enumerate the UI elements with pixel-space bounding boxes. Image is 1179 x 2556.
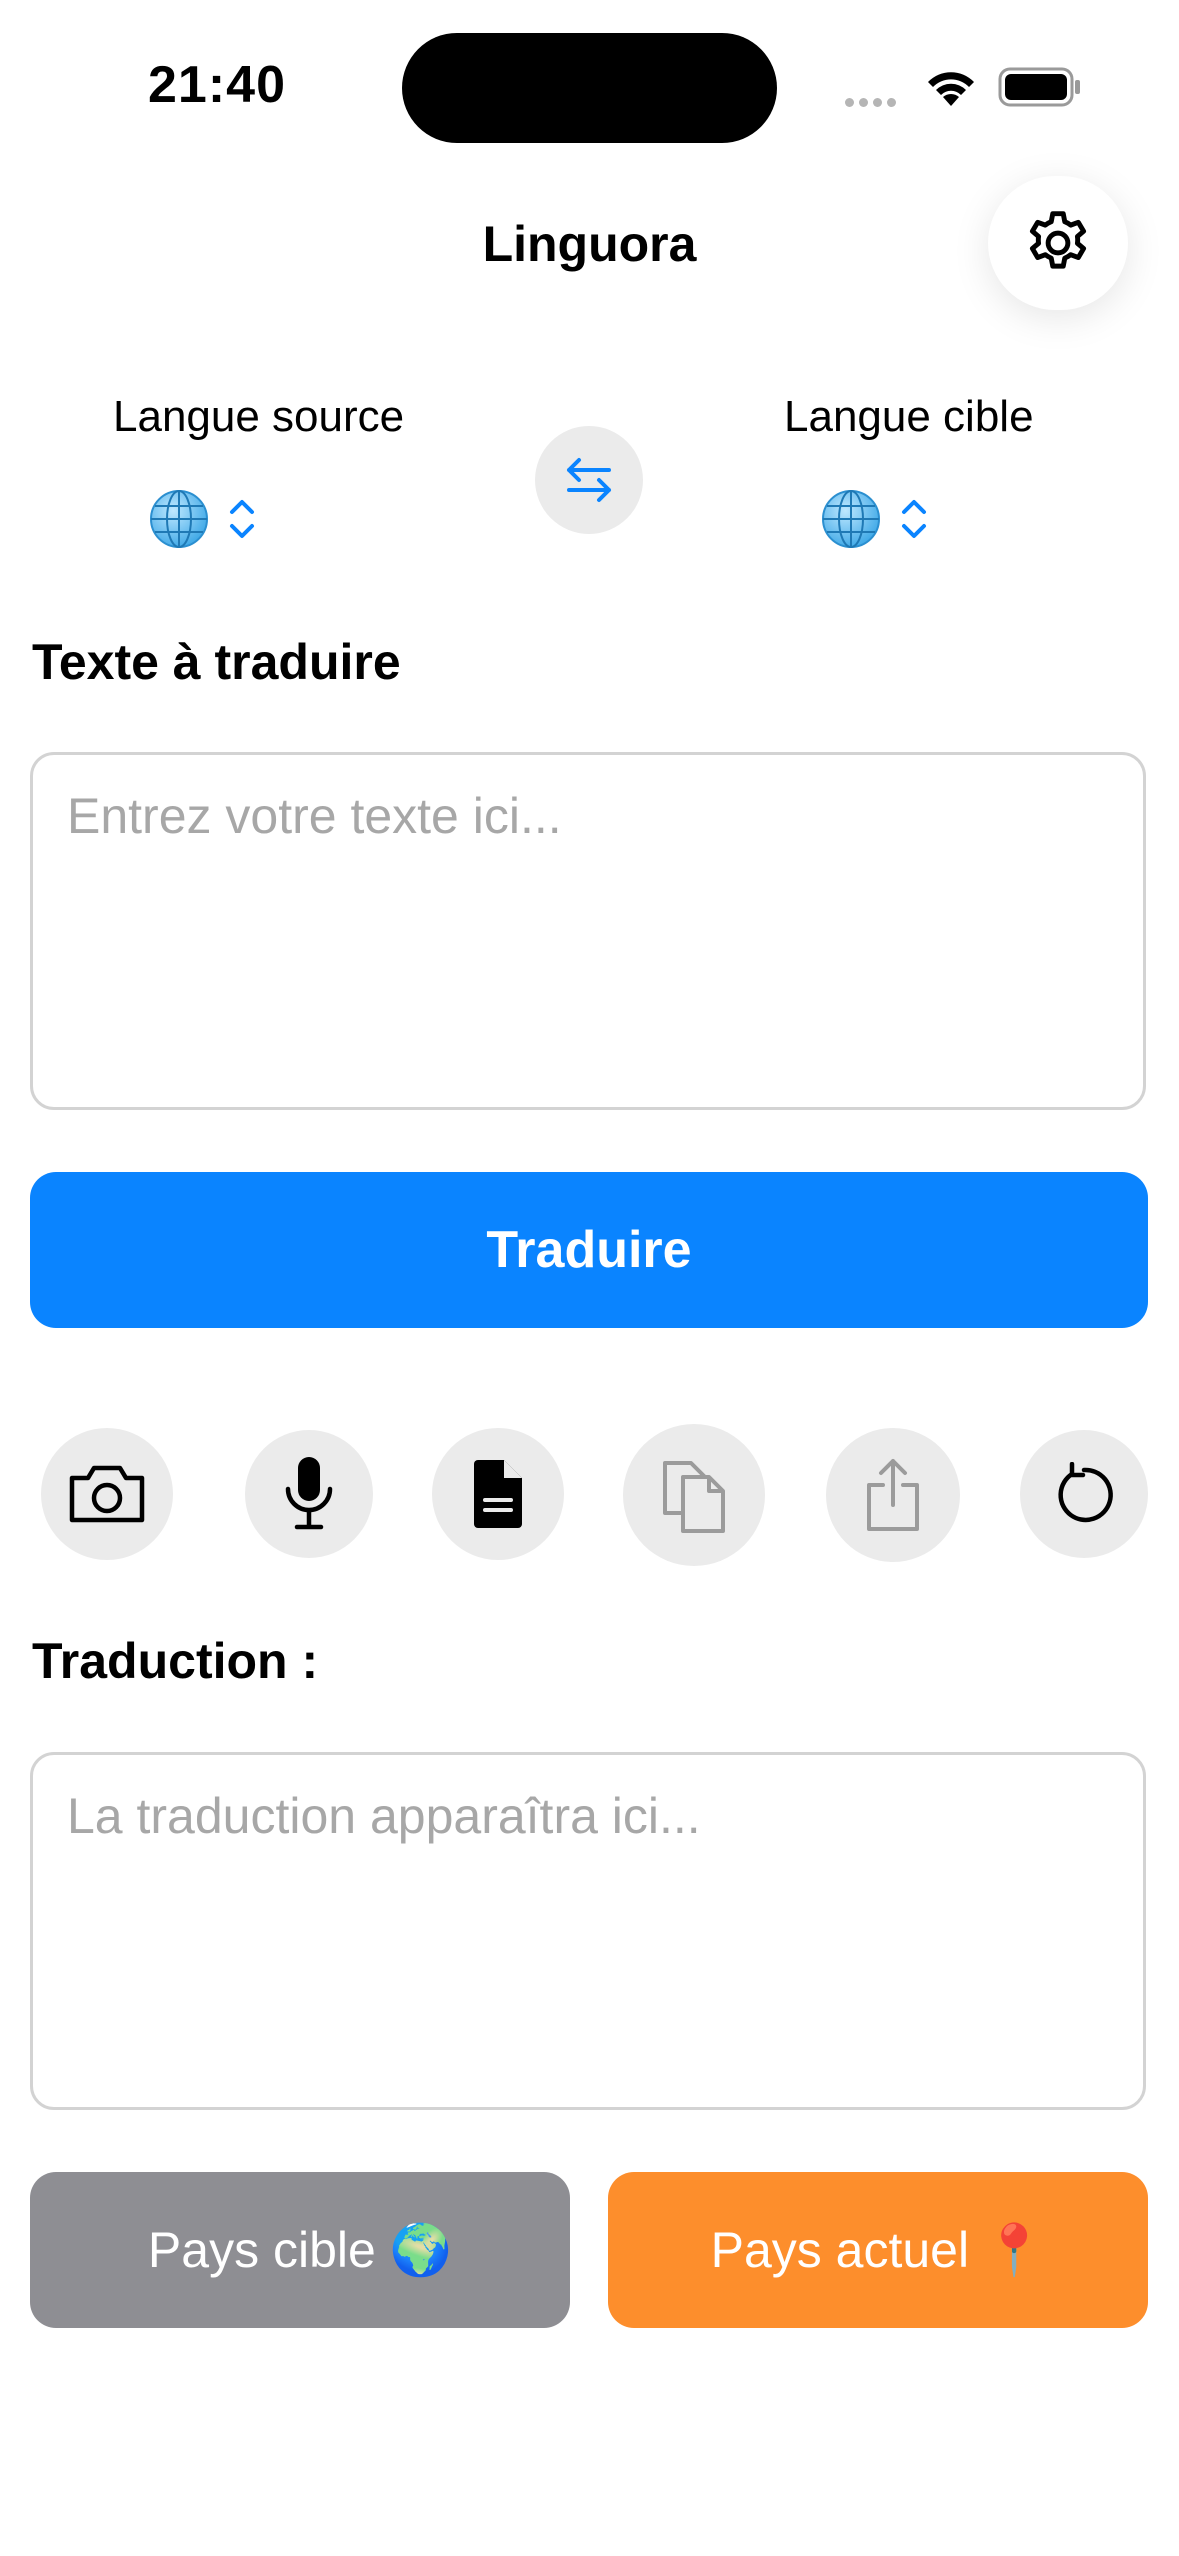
share-icon [867, 1459, 919, 1531]
target-country-button[interactable]: Pays cible 🌍 [30, 2172, 570, 2328]
globe-icon [822, 490, 880, 548]
camera-icon [69, 1465, 145, 1523]
settings-button[interactable] [988, 176, 1128, 310]
source-language-picker[interactable] [148, 488, 260, 550]
output-section-title: Traduction : [32, 1633, 319, 1689]
globe-icon [150, 490, 208, 548]
gear-icon [1029, 211, 1087, 269]
input-section-title: Texte à traduire [32, 634, 401, 690]
chevron-up-down-icon [230, 500, 254, 538]
reset-icon [1058, 1462, 1113, 1523]
input-placeholder: Entrez votre texte ici... [67, 788, 562, 844]
source-language-label: Langue source [113, 392, 405, 441]
dynamic-island [402, 33, 777, 143]
chevron-up-down-icon [902, 500, 926, 538]
document-button[interactable] [432, 1428, 564, 1560]
globe-emoji-icon: 🌍 [389, 2220, 453, 2279]
arrows-swap-icon [567, 458, 611, 502]
share-button[interactable] [826, 1428, 960, 1562]
microphone-icon [285, 1457, 333, 1530]
target-country-label: Pays cible [147, 2222, 376, 2278]
output-placeholder: La traduction apparaîtra ici... [67, 1788, 701, 1844]
current-country-label: Pays actuel [710, 2222, 970, 2278]
microphone-button[interactable] [245, 1430, 373, 1558]
current-country-button[interactable]: Pays actuel 📍 [608, 2172, 1148, 2328]
copy-icon [663, 1461, 725, 1533]
target-language-picker[interactable] [820, 488, 932, 550]
cellular-signal-icon [845, 94, 905, 107]
translation-output: La traduction apparaîtra ici... [30, 1752, 1146, 2110]
battery-icon [998, 67, 1080, 107]
translate-button[interactable]: Traduire [30, 1172, 1148, 1328]
app-screen: 21:40 Linguora Langue source Langue cibl… [0, 0, 1179, 2556]
status-time: 21:40 [148, 56, 286, 114]
document-icon [474, 1460, 522, 1528]
source-text-input[interactable]: Entrez votre texte ici... [30, 752, 1146, 1110]
wifi-icon [928, 72, 974, 106]
camera-button[interactable] [41, 1428, 173, 1560]
copy-button[interactable] [623, 1424, 765, 1566]
target-language-label: Langue cible [784, 392, 1034, 441]
swap-languages-button[interactable] [535, 426, 643, 534]
reset-button[interactable] [1020, 1430, 1148, 1558]
pin-emoji-icon: 📍 [983, 2220, 1046, 2279]
